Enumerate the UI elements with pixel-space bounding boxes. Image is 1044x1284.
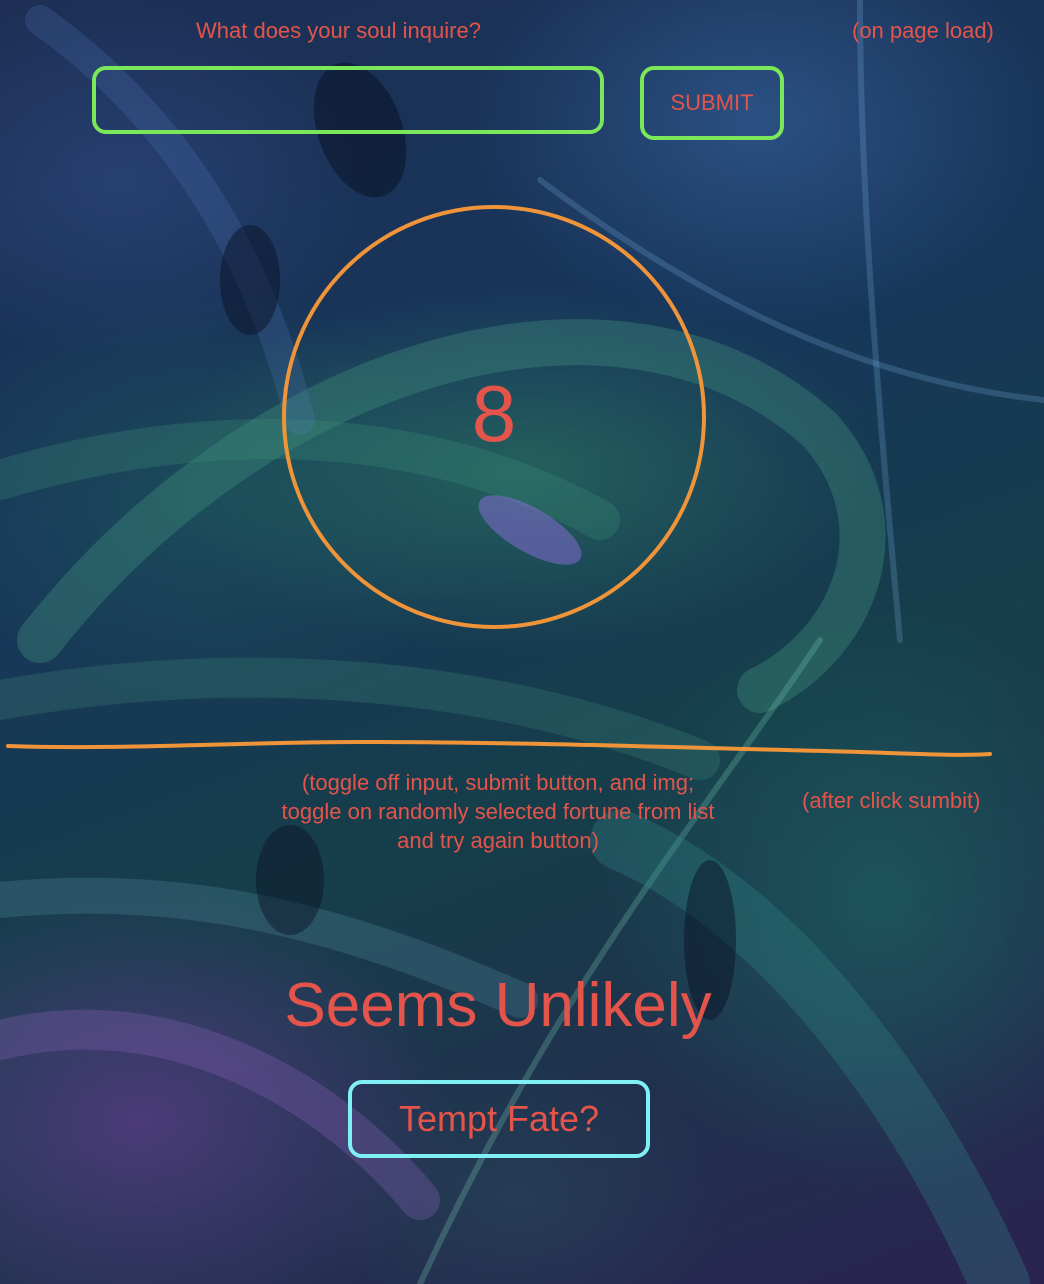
toggle-instructions-note: (toggle off input, submit button, and im…: [281, 770, 715, 853]
after-submit-note: (after click sumbit): [802, 788, 981, 813]
try-again-button[interactable]: Tempt Fate?: [348, 1080, 650, 1158]
eight-ball-image: 8: [282, 205, 706, 629]
question-label: What does your soul inquire?: [196, 18, 481, 43]
fortune-text: Seems Unlikely: [284, 971, 712, 1040]
state-divider-line: [6, 739, 992, 757]
on-page-load-note: (on page load): [852, 18, 994, 43]
submit-button[interactable]: SUBMIT: [640, 66, 784, 140]
eight-ball-number: 8: [471, 369, 517, 458]
question-input[interactable]: [92, 66, 604, 134]
